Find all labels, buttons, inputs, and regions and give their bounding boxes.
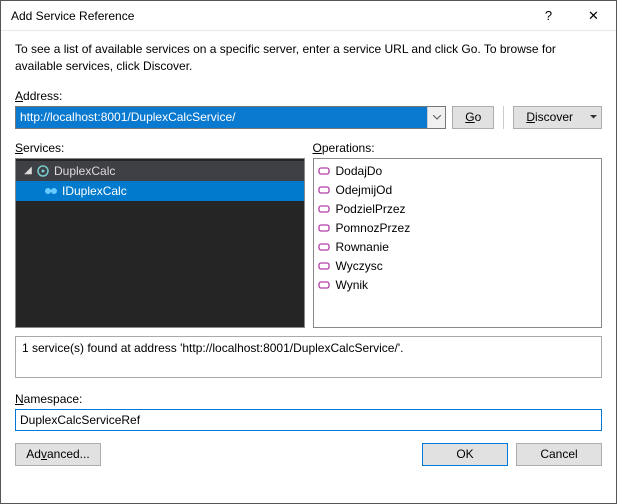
operation-label: OdejmijOd [336,183,393,197]
services-tree[interactable]: ◢ DuplexCalc IDuplexCalc [15,158,305,328]
namespace-label: Namespace: [15,392,602,406]
operation-item[interactable]: PomnozPrzez [318,219,598,238]
ok-button[interactable]: OK [422,443,508,466]
status-box: 1 service(s) found at address 'http://lo… [15,336,602,378]
services-label: Services: [15,141,305,155]
window-title: Add Service Reference [11,9,526,23]
operation-item[interactable]: DodajDo [318,162,598,181]
operation-icon [318,165,330,177]
operations-list[interactable]: DodajDo OdejmijOd PodzielPrzez PomnozPrzez R… [313,158,603,328]
operation-item[interactable]: Wynik [318,276,598,295]
operation-label: Wyczysc [336,259,383,273]
advanced-button[interactable]: Advanced... [15,443,101,466]
operation-label: Wynik [336,278,369,292]
operation-icon [318,260,330,272]
discover-dropdown-button[interactable] [585,106,602,129]
operation-item[interactable]: Rownanie [318,238,598,257]
operation-label: DodajDo [336,164,383,178]
cancel-button[interactable]: Cancel [516,443,602,466]
tree-node-contract[interactable]: IDuplexCalc [16,181,304,201]
go-button[interactable]: Go [452,106,494,129]
operations-label: Operations: [313,141,603,155]
operation-item[interactable]: OdejmijOd [318,181,598,200]
title-bar: Add Service Reference ? ✕ [1,1,616,31]
tree-node-service[interactable]: ◢ DuplexCalc [16,161,304,181]
status-text: 1 service(s) found at address 'http://lo… [22,341,403,355]
tree-collapse-icon[interactable]: ◢ [22,165,34,176]
address-dropdown-button[interactable] [427,107,445,128]
address-label: Address: [15,89,602,103]
namespace-input[interactable] [15,409,602,431]
operation-icon [318,203,330,215]
operation-item[interactable]: Wyczysc [318,257,598,276]
help-button[interactable]: ? [526,1,571,30]
service-icon [36,164,50,178]
tree-node-label: DuplexCalc [54,164,115,178]
close-button[interactable]: ✕ [571,1,616,30]
operation-icon [318,241,330,253]
address-input[interactable] [16,107,427,128]
operation-label: Rownanie [336,240,389,254]
operation-label: PodzielPrzez [336,202,406,216]
intro-text: To see a list of available services on a… [15,41,602,75]
operation-icon [318,279,330,291]
operation-label: PomnozPrzez [336,221,411,235]
operation-item[interactable]: PodzielPrzez [318,200,598,219]
caret-down-icon [590,115,597,119]
separator [503,106,504,129]
contract-icon [44,185,58,197]
chevron-down-icon [433,115,441,120]
operation-icon [318,222,330,234]
operation-icon [318,184,330,196]
address-combobox[interactable] [15,106,446,129]
discover-button[interactable]: Discover [513,106,585,129]
tree-node-label: IDuplexCalc [62,184,127,198]
